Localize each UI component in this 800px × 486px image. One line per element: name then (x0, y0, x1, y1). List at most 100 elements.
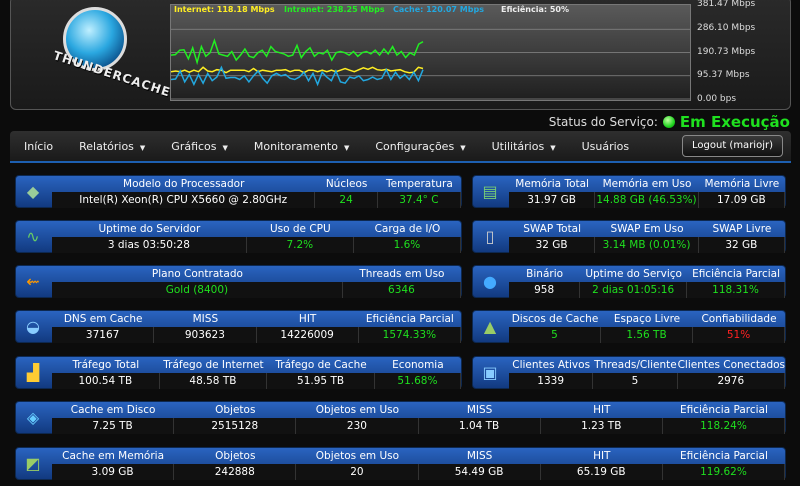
stat-panel: ◩ Cache em Memória 3.09 GB Objetos 242888 Obj… (15, 447, 786, 480)
stat-column: MISS 1.04 TB (418, 402, 541, 434)
stat-column: Carga de I/O 1.6% (353, 221, 462, 253)
y-tick-label: 381.47 Mbps (697, 0, 756, 9)
logout-button[interactable]: Logout (mariojr) (682, 135, 783, 157)
stat-column: Economia 51.68% (374, 357, 461, 389)
stat-label: Objetos em Uso (315, 404, 400, 416)
stat-panel: ◆ Modelo do Processador Intel(R) Xeon(R) C… (15, 175, 462, 208)
stat-value: 1.04 TB (418, 418, 541, 434)
nav-relatorios[interactable]: Relatórios ▼ (79, 140, 145, 153)
stat-value: 3.14 MB (0.01%) (595, 237, 699, 253)
caret-down-icon: ▼ (343, 143, 350, 152)
panel-icon: ▲ (483, 317, 497, 336)
y-tick-label: 190.73 Mbps (697, 47, 756, 57)
stat-label: Núcleos (325, 178, 368, 190)
stat-label: Memória em Uso (602, 178, 692, 190)
stat-panel: ▲ Discos de Cache 5 Espaço Livre 1.56 TB Conf… (472, 310, 786, 343)
stat-label: Uptime do Serviço (585, 268, 682, 280)
stat-label: Discos de Cache (511, 313, 599, 325)
stat-column: Modelo do Processador Intel(R) Xeon(R) CP… (52, 176, 316, 208)
stat-column: Objetos 2515128 (174, 402, 297, 434)
stat-column: Eficiência Parcial 1574.33% (358, 311, 461, 343)
stat-label: Espaço Livre (613, 313, 681, 325)
stat-value: 51.95 TB (267, 373, 375, 389)
stat-value: 7.25 TB (52, 418, 175, 434)
nav-configuracoes[interactable]: Configurações ▼ (375, 140, 465, 153)
stat-label: SWAP Livre (712, 223, 772, 235)
thundercache-logo: THUNDERCACHE (51, 3, 172, 103)
legend-entry: Cache: 120.07 Mbps (393, 5, 484, 14)
stat-column: Binário 958 (509, 266, 581, 298)
stat-label: Eficiência Parcial (679, 450, 768, 462)
stat-column: HIT 14226009 (256, 311, 359, 343)
stat-label: MISS (192, 313, 219, 325)
legend-entry: Intranet: 238.25 Mbps (284, 5, 385, 14)
stat-value: 5 (593, 373, 678, 389)
stat-column: Eficiência Parcial 118.31% (687, 266, 785, 298)
stat-column: SWAP Em Uso 3.14 MB (0.01%) (595, 221, 699, 253)
panel-icon: ▟ (26, 363, 40, 382)
panel-icon: ◆ (26, 182, 40, 201)
stat-label: Memória Total (515, 178, 589, 190)
nav-inicio[interactable]: Início (24, 140, 53, 153)
stat-panel: ⇜ Plano Contratado Gold (8400) Threads em U… (15, 265, 462, 298)
series-line-intranet (171, 38, 424, 66)
stat-value: 51% (693, 327, 785, 343)
stat-label: Eficiência Parcial (679, 404, 768, 416)
stat-label: MISS (466, 450, 493, 462)
stat-label: Clientes Ativos (512, 359, 591, 371)
stat-label: Memória Livre (704, 178, 780, 190)
stat-label: Eficiência Parcial (692, 268, 780, 280)
nav-monitoramento[interactable]: Monitoramento ▼ (254, 140, 349, 153)
stat-value: 54.49 GB (418, 464, 541, 480)
stat-column: Uso de CPU 7.2% (246, 221, 354, 253)
stat-column: Eficiência Parcial 119.62% (662, 448, 786, 480)
stat-value: 1.23 TB (540, 418, 663, 434)
stat-value: 51.68% (374, 373, 461, 389)
caret-down-icon: ▼ (460, 143, 466, 152)
stat-panel: ● Binário 958 Uptime do Serviço 2 dias 01:05… (472, 265, 786, 298)
stat-value: 2515128 (174, 418, 297, 434)
stat-column: HIT 65.19 GB (540, 448, 663, 480)
stat-label: Threads em Uso (359, 268, 445, 280)
stat-column: Tráfego de Cache 51.95 TB (267, 357, 375, 389)
stat-column: Objetos em Uso 230 (296, 402, 419, 434)
stat-value: 32 GB (698, 237, 785, 253)
stat-value: 3 dias 03:50:28 (52, 237, 247, 253)
stat-column: Cache em Disco 7.25 TB (52, 402, 175, 434)
service-status: Status do Serviço: Em Execução (549, 113, 790, 131)
stat-column: HIT 1.23 TB (540, 402, 663, 434)
stat-column: Cache em Memória 3.09 GB (52, 448, 175, 480)
stat-value: 958 (509, 282, 581, 298)
stat-column: Núcleos 24 (315, 176, 378, 208)
stat-label: Eficiência Parcial (365, 313, 454, 325)
stat-panel: ∿ Uptime do Servidor 3 dias 03:50:28 Uso de… (15, 220, 462, 253)
stat-column: Tráfego Total 100.54 TB (52, 357, 160, 389)
stat-panel: ▤ Memória Total 31.97 GB Memória em Uso 14.8… (472, 175, 786, 208)
stat-column: SWAP Livre 32 GB (698, 221, 785, 253)
stat-column: Memória em Uso 14.88 GB (46.53%) (595, 176, 699, 208)
stat-column: Espaço Livre 1.56 TB (601, 311, 693, 343)
stat-value: 3.09 GB (52, 464, 175, 480)
stat-column: Temperatura 37.4° C (377, 176, 461, 208)
stat-value: 7.2% (246, 237, 354, 253)
nav-graficos[interactable]: Gráficos ▼ (171, 140, 228, 153)
nav-usuarios[interactable]: Usuários (582, 140, 630, 153)
stat-label: Uptime do Servidor (98, 223, 201, 235)
stat-label: Tráfego de Internet (163, 359, 264, 371)
stat-value: 1.56 TB (601, 327, 693, 343)
stat-label: SWAP Total (523, 223, 582, 235)
stat-column: Uptime do Serviço 2 dias 01:05:16 (580, 266, 688, 298)
stat-column: Discos de Cache 5 (509, 311, 601, 343)
stat-value: 24 (315, 192, 378, 208)
stat-value: 14226009 (256, 327, 359, 343)
stat-value: 242888 (174, 464, 297, 480)
panel-icon: ◒ (26, 317, 40, 336)
stat-value: 48.58 TB (159, 373, 268, 389)
legend-entry: Internet: 118.18 Mbps (174, 5, 275, 14)
stat-column: Eficiência Parcial 118.24% (662, 402, 786, 434)
stat-label: Threads/Cliente (594, 359, 677, 371)
stat-value: Intel(R) Xeon(R) CPU X5660 @ 2.80GHz (52, 192, 316, 208)
stat-value: 1339 (509, 373, 594, 389)
nav-utilitarios[interactable]: Utilitários ▼ (492, 140, 556, 153)
panel-icon: ▤ (482, 182, 498, 201)
